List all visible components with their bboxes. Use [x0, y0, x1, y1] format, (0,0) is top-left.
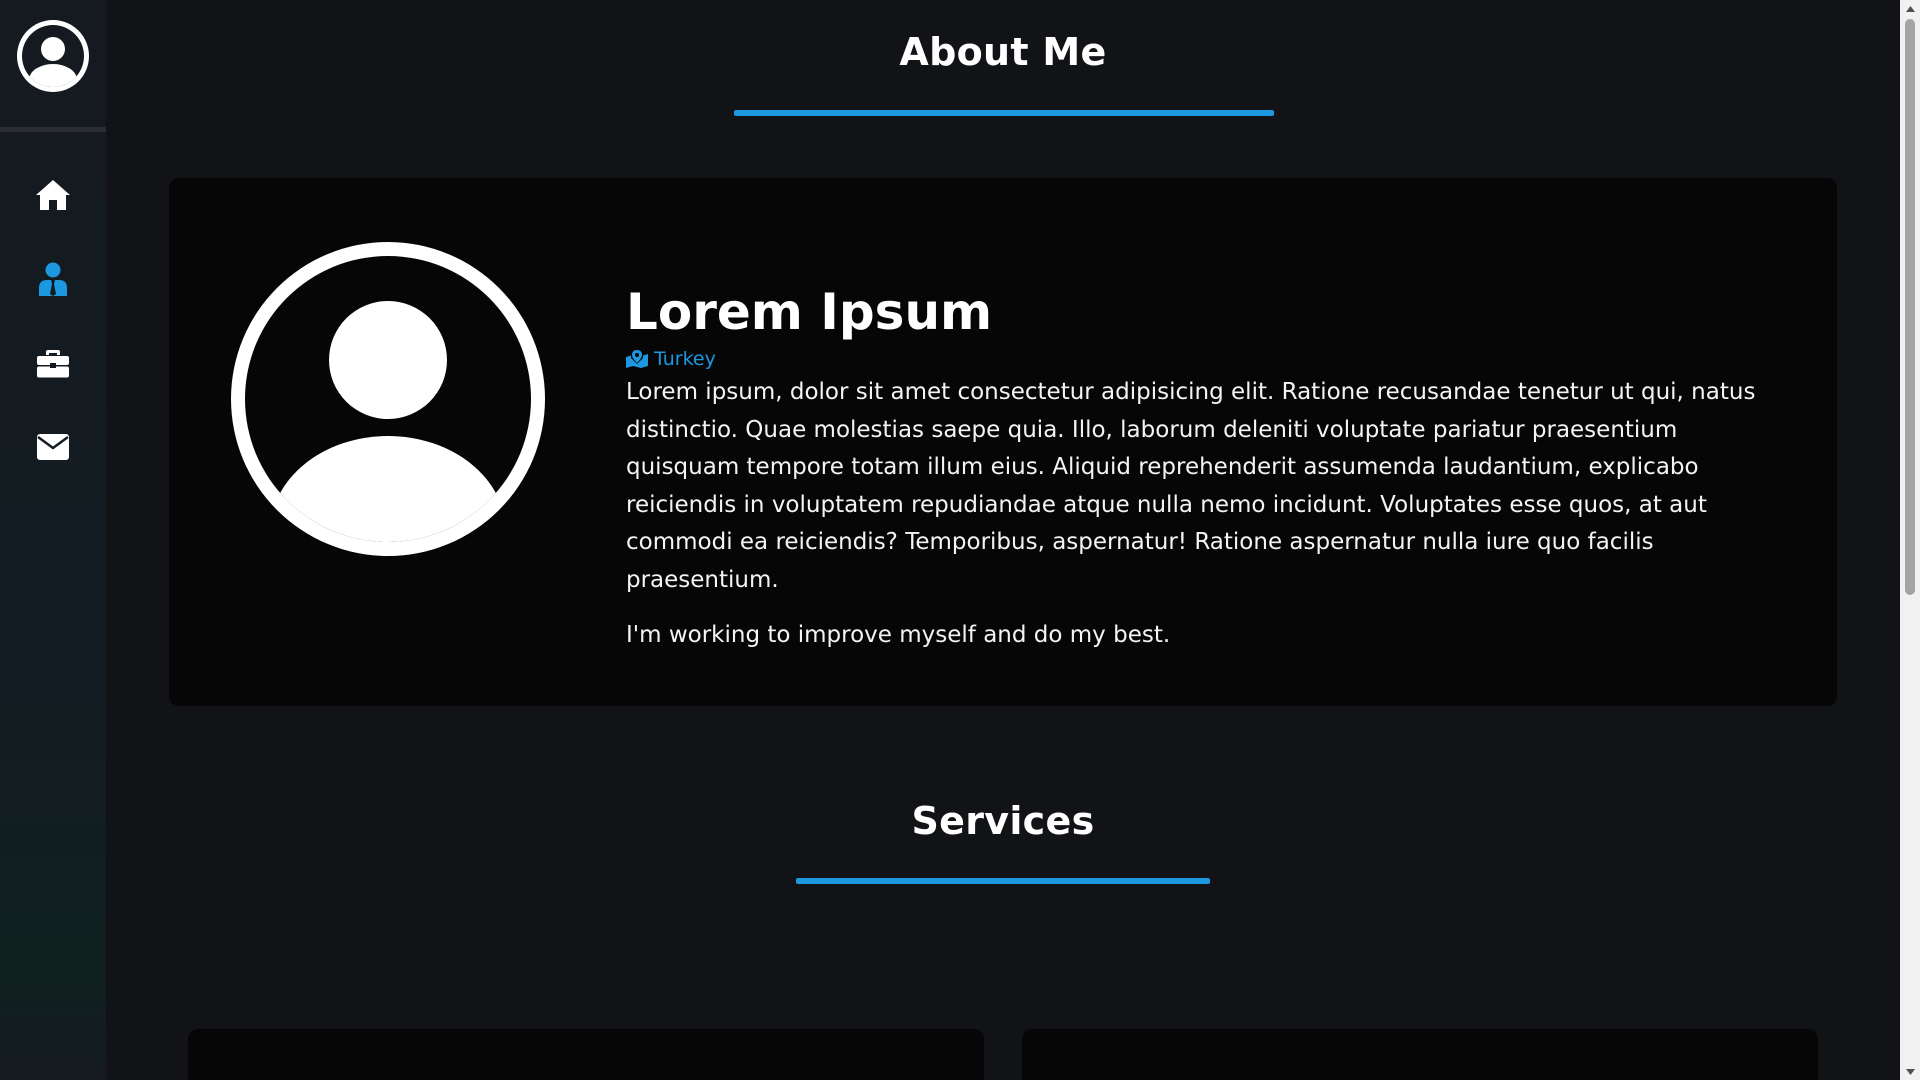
sidebar-nav [0, 178, 106, 464]
profile-name: Lorem Ipsum [626, 283, 993, 341]
user-circle-icon [17, 20, 89, 92]
sidebar [0, 0, 106, 1080]
about-section-title: About Me [899, 30, 1107, 74]
profile-location-text: Turkey [654, 348, 716, 370]
services-title-underline [796, 878, 1210, 884]
about-title-underline [734, 110, 1274, 116]
sidebar-item-about[interactable] [33, 262, 73, 296]
service-card [188, 1029, 984, 1080]
services-section-title: Services [911, 799, 1095, 843]
triangle-down-icon [1905, 1068, 1915, 1075]
about-card: Lorem Ipsum Turkey Lorem ipsum, dolor si… [169, 178, 1837, 706]
scroll-up-arrow[interactable] [1900, 0, 1920, 17]
map-marked-icon [626, 350, 648, 368]
scroll-down-arrow[interactable] [1900, 1063, 1920, 1080]
scrollbar-thumb[interactable] [1905, 19, 1915, 595]
service-card [1022, 1029, 1818, 1080]
home-icon [36, 180, 70, 210]
profile-location: Turkey [626, 348, 1776, 370]
user-tie-icon [39, 262, 67, 296]
profile-motto: I'm working to improve myself and do my … [626, 622, 1171, 648]
main-content: About Me Lorem Ipsum Turkey Lorem ipsum,… [106, 0, 1900, 1080]
envelope-icon [37, 434, 69, 460]
page-scrollbar[interactable] [1900, 0, 1920, 1080]
sidebar-avatar[interactable] [0, 0, 106, 132]
sidebar-item-home[interactable] [33, 178, 73, 212]
about-text: Lorem Ipsum Turkey Lorem ipsum, dolor si… [626, 282, 1776, 654]
profile-avatar-icon [231, 242, 545, 556]
profile-bio: Lorem ipsum, dolor sit amet consectetur … [626, 379, 1756, 593]
triangle-up-icon [1905, 5, 1915, 12]
sidebar-item-contact[interactable] [33, 430, 73, 464]
briefcase-icon [37, 350, 69, 378]
sidebar-item-portfolio[interactable] [33, 346, 73, 380]
